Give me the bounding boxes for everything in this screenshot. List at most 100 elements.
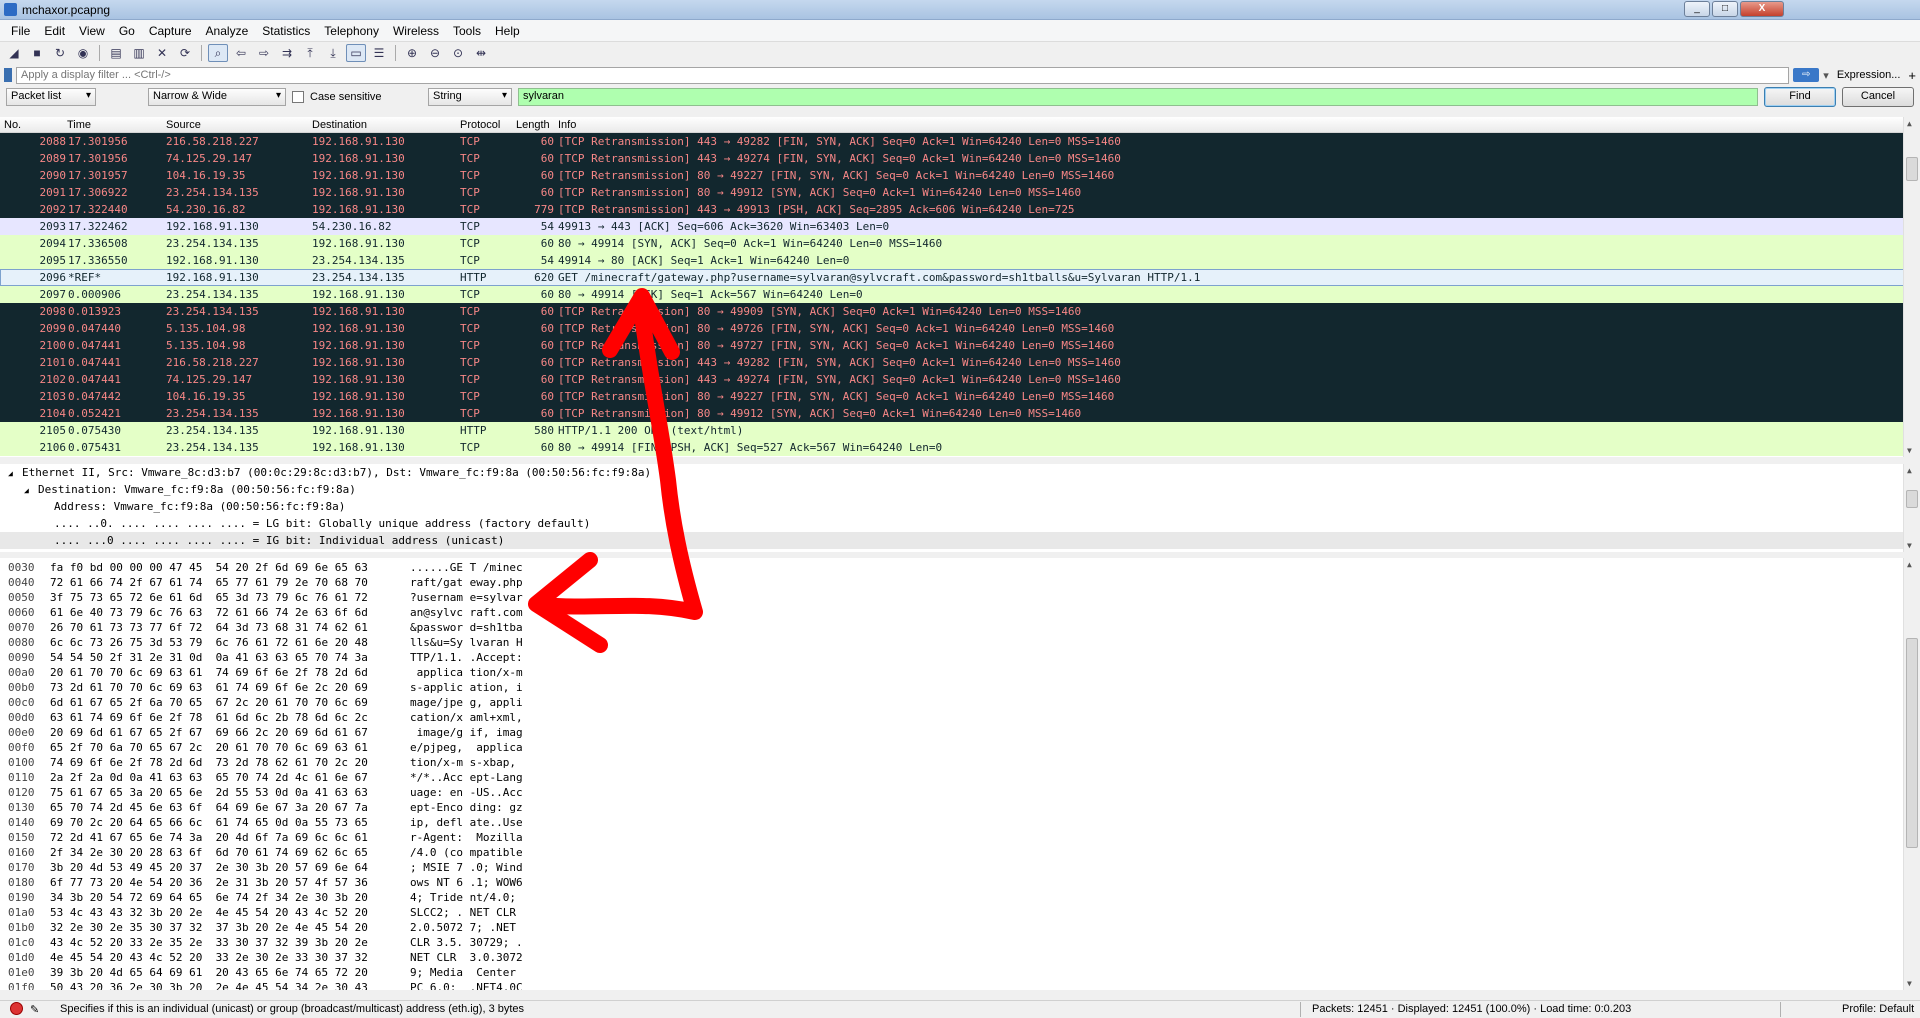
byte-ascii[interactable]: ip, defl ate..Use — [410, 815, 523, 830]
byte-ascii[interactable]: cation/x aml+xml, — [410, 710, 523, 725]
byte-offset[interactable]: 0050 — [8, 590, 35, 605]
scrollbar-thumb[interactable] — [1906, 490, 1918, 508]
case-sensitive-checkbox[interactable] — [292, 91, 304, 103]
cancel-button[interactable]: Cancel — [1842, 87, 1914, 107]
scrollbar-thumb[interactable] — [1906, 638, 1918, 848]
byte-offset[interactable]: 0030 — [8, 560, 35, 575]
byte-offset[interactable]: 0170 — [8, 860, 35, 875]
reload-file-icon[interactable]: ⟳ — [175, 44, 195, 62]
byte-ascii[interactable]: ?usernam e=sylvar — [410, 590, 523, 605]
go-first-icon[interactable]: ⤒ — [300, 44, 320, 62]
zoom-out-icon[interactable]: ⊖ — [425, 44, 445, 62]
byte-offset[interactable]: 01c0 — [8, 935, 35, 950]
packet-row[interactable]: 2088 17.301956 216.58.218.227 192.168.91.13… — [0, 133, 1920, 150]
byte-hex[interactable]: fa f0 bd 00 00 00 47 45 54 20 2f 6d 69 6… — [50, 560, 368, 575]
find-button[interactable]: Find — [1764, 87, 1836, 107]
byte-hex[interactable]: 2a 2f 2a 0d 0a 41 63 63 65 70 74 2d 4c 6… — [50, 770, 368, 785]
byte-ascii[interactable]: PC 6.0; .NET4.0C — [410, 980, 523, 990]
byte-offset[interactable]: 0040 — [8, 575, 35, 590]
byte-offset[interactable]: 0110 — [8, 770, 35, 785]
byte-ascii[interactable]: uage: en -US..Acc — [410, 785, 523, 800]
column-protocol[interactable]: Protocol — [460, 119, 500, 131]
minimize-button[interactable]: _ — [1684, 1, 1710, 17]
display-filter-input[interactable] — [16, 66, 1790, 84]
expand-toggle-icon[interactable]: ◢ — [24, 482, 38, 499]
byte-offset[interactable]: 0140 — [8, 815, 35, 830]
byte-hex[interactable]: 6c 6c 73 26 75 3d 53 79 6c 76 61 72 61 6… — [50, 635, 368, 650]
packet-row[interactable]: 2105 0.075430 23.254.134.135 192.168.91.130… — [0, 422, 1920, 439]
detail-row[interactable]: ◢ Ethernet II, Src: Vmware_8c:d3:b7 (00:0… — [0, 464, 1920, 481]
packet-row[interactable]: 2094 17.336508 23.254.134.135 192.168.91.13… — [0, 235, 1920, 252]
byte-offset[interactable]: 0080 — [8, 635, 35, 650]
byte-offset[interactable]: 00e0 — [8, 725, 35, 740]
byte-ascii[interactable]: ows NT 6 .1; WOW6 — [410, 875, 523, 890]
byte-ascii[interactable]: an@sylvc raft.com — [410, 605, 523, 620]
menu-statistics[interactable]: Statistics — [255, 24, 317, 38]
byte-ascii[interactable]: tion/x-m s-xbap, — [410, 755, 523, 770]
byte-hex[interactable]: 69 70 2c 20 64 65 66 6c 61 74 65 0d 0a 5… — [50, 815, 368, 830]
column-destination[interactable]: Destination — [312, 119, 367, 131]
stop-capture-icon[interactable]: ■ — [27, 44, 47, 62]
byte-offset[interactable]: 0130 — [8, 800, 35, 815]
packet-row[interactable]: 2104 0.052421 23.254.134.135 192.168.91.130… — [0, 405, 1920, 422]
byte-hex[interactable]: 54 54 50 2f 31 2e 31 0d 0a 41 63 63 65 7… — [50, 650, 368, 665]
go-forward-icon[interactable]: ⇨ — [254, 44, 274, 62]
byte-offset[interactable]: 01e0 — [8, 965, 35, 980]
char-width-select[interactable]: Narrow & Wide — [148, 88, 286, 106]
packet-row[interactable]: 2089 17.301956 74.125.29.147 192.168.91.130… — [0, 150, 1920, 167]
close-file-icon[interactable]: ✕ — [152, 44, 172, 62]
byte-ascii[interactable]: e/pjpeg, applica — [410, 740, 523, 755]
byte-ascii[interactable]: ; MSIE 7 .0; Wind — [410, 860, 523, 875]
packet-row[interactable]: 2101 0.047441 216.58.218.227 192.168.91.130… — [0, 354, 1920, 371]
zoom-in-icon[interactable]: ⊕ — [402, 44, 422, 62]
byte-ascii[interactable]: TTP/1.1. .Accept: — [410, 650, 523, 665]
byte-offset[interactable]: 01f0 — [8, 980, 35, 990]
go-to-packet-icon[interactable]: ⇉ — [277, 44, 297, 62]
bytes-scrollbar[interactable]: ▲ ▼ — [1903, 558, 1920, 990]
go-last-icon[interactable]: ⤓ — [323, 44, 343, 62]
byte-offset[interactable]: 00a0 — [8, 665, 35, 680]
packet-row[interactable]: 2096 *REF* 192.168.91.130 23.254.134.135 HTT… — [0, 269, 1920, 286]
packet-row[interactable]: 2090 17.301957 104.16.19.35 192.168.91.130 T… — [0, 167, 1920, 184]
byte-offset[interactable]: 0100 — [8, 755, 35, 770]
save-file-icon[interactable]: ▥ — [129, 44, 149, 62]
byte-ascii[interactable]: ept-Enco ding: gz — [410, 800, 523, 815]
column-time[interactable]: Time — [67, 119, 91, 131]
autoscroll-icon[interactable]: ▭ — [346, 44, 366, 62]
byte-offset[interactable]: 0150 — [8, 830, 35, 845]
packet-row[interactable]: 2100 0.047441 5.135.104.98 192.168.91.130 TC… — [0, 337, 1920, 354]
byte-ascii[interactable]: 4; Tride nt/4.0; — [410, 890, 523, 905]
byte-hex[interactable]: 20 61 70 70 6c 69 63 61 74 69 6f 6e 2f 7… — [50, 665, 368, 680]
open-file-icon[interactable]: ▤ — [106, 44, 126, 62]
menu-go[interactable]: Go — [112, 24, 142, 38]
menu-telephony[interactable]: Telephony — [317, 24, 386, 38]
packet-row[interactable]: 2097 0.000906 23.254.134.135 192.168.91.130… — [0, 286, 1920, 303]
byte-hex[interactable]: 34 3b 20 54 72 69 64 65 6e 74 2f 34 2e 3… — [50, 890, 368, 905]
byte-ascii[interactable]: SLCC2; . NET CLR — [410, 905, 523, 920]
filter-dropdown-icon[interactable]: ▾ — [1823, 69, 1829, 82]
edit-comment-icon[interactable]: ✎ — [30, 1003, 39, 1016]
search-type-select[interactable]: String — [428, 88, 512, 106]
column-source[interactable]: Source — [166, 119, 201, 131]
byte-hex[interactable]: 73 2d 61 70 70 6c 69 63 61 74 69 6f 6e 2… — [50, 680, 368, 695]
add-filter-button[interactable]: + — [1908, 68, 1916, 83]
byte-ascii[interactable]: NET CLR 3.0.3072 — [410, 950, 523, 965]
byte-hex[interactable]: 32 2e 30 2e 35 30 37 32 37 3b 20 2e 4e 4… — [50, 920, 368, 935]
byte-hex[interactable]: 65 2f 70 6a 70 65 67 2c 20 61 70 70 6c 6… — [50, 740, 368, 755]
scroll-down-icon[interactable]: ▼ — [1907, 446, 1912, 455]
detail-row[interactable]: ◢ Destination: Vmware_fc:f9:8a (00:50:56:… — [0, 481, 1920, 498]
byte-ascii[interactable]: CLR 3.5. 30729; . — [410, 935, 523, 950]
byte-offset[interactable]: 01a0 — [8, 905, 35, 920]
byte-offset[interactable]: 0160 — [8, 845, 35, 860]
detail-row[interactable]: Address: Vmware_fc:f9:8a (00:50:56:fc:f9… — [0, 498, 1920, 515]
expression-button[interactable]: Expression... — [1833, 69, 1905, 81]
byte-hex[interactable]: 3b 20 4d 53 49 45 20 37 2e 30 3b 20 57 6… — [50, 860, 368, 875]
packet-row[interactable]: 2099 0.047440 5.135.104.98 192.168.91.130 TC… — [0, 320, 1920, 337]
normal-size-icon[interactable]: ⊙ — [448, 44, 468, 62]
byte-ascii[interactable]: &passwor d=sh1tba — [410, 620, 523, 635]
byte-ascii[interactable]: /4.0 (co mpatible — [410, 845, 523, 860]
packet-list-scrollbar[interactable]: ▲ ▼ — [1903, 117, 1920, 457]
restart-capture-icon[interactable]: ↻ — [50, 44, 70, 62]
search-in-select[interactable]: Packet list — [6, 88, 96, 106]
bookmark-icon[interactable] — [4, 68, 12, 82]
